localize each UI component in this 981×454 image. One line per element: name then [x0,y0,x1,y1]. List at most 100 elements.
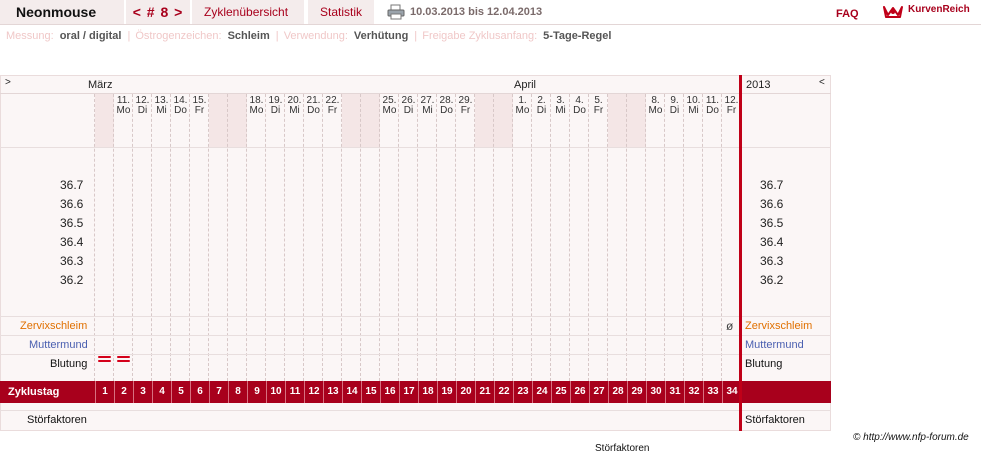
day-header[interactable]: 21. Do [304,94,323,147]
temperature-label: 36.7 [760,178,784,192]
print-icon[interactable] [387,4,405,20]
day-header[interactable]: 2. Di [532,94,551,147]
cycle-day-number[interactable]: 32 [684,381,703,403]
bleeding-label-right: Blutung [745,358,783,370]
cycle-day-number[interactable]: 28 [608,381,627,403]
day-header[interactable]: 28. Do [437,94,456,147]
day-weekday: Di [270,105,281,116]
cycle-day-number[interactable]: 4 [152,381,171,403]
disturbances-label: Störfaktoren [27,414,87,426]
temperature-label: 36.3 [760,254,784,268]
cycle-day-label: Zyklustag [8,386,60,398]
cycle-day-number[interactable]: 2 [114,381,133,403]
muttermund-row-divider [0,335,831,336]
cycle-day-number[interactable]: 11 [285,381,304,403]
day-weekday: Do [307,105,320,116]
release-value: 5-Tage-Regel [543,30,612,42]
cycle-day-number[interactable]: 19 [437,381,456,403]
day-weekday: Do [573,105,586,116]
day-grid-line [664,94,665,381]
scroll-right-button[interactable]: < [819,77,825,88]
cycle-day-number[interactable]: 29 [627,381,646,403]
weekend-column-shade [209,94,228,147]
day-grid-line [645,94,646,381]
bleeding-mark[interactable] [117,356,130,362]
cycle-day-number[interactable]: 3 [133,381,152,403]
settings-summary: Messung: oral / digital | Östrogenzeichen:… [6,30,612,42]
cycle-overview-link[interactable]: Zyklenübersicht [192,0,304,24]
cycle-day-number[interactable]: 33 [703,381,722,403]
day-header[interactable]: 27. Mi [418,94,437,147]
cycle-day-number[interactable]: 13 [323,381,342,403]
bleeding-mark[interactable] [98,356,111,362]
cycle-day-number[interactable]: 30 [646,381,665,403]
cycle-day-number[interactable]: 24 [532,381,551,403]
day-weekday: Mi [422,105,433,116]
cycle-day-number[interactable]: 22 [494,381,513,403]
day-header[interactable]: 10. Mi [684,94,703,147]
day-header[interactable]: 19. Di [266,94,285,147]
day-header[interactable]: 8. Mo [646,94,665,147]
cycle-day-number[interactable]: 27 [589,381,608,403]
day-header[interactable]: 11. Do [703,94,722,147]
day-header[interactable]: 1. Mo [513,94,532,147]
cycle-day-number[interactable]: 23 [513,381,532,403]
brand-name[interactable]: KurvenReich [908,0,970,24]
day-weekday: Di [137,105,148,116]
cycle-day-number[interactable]: 21 [475,381,494,403]
temperature-label: 36.2 [60,273,84,287]
faq-link[interactable]: FAQ [836,0,859,24]
day-header[interactable]: 18. Mo [247,94,266,147]
cycle-day-number[interactable]: 16 [380,381,399,403]
crown-logo-icon [882,3,904,19]
scroll-left-button[interactable]: > [5,77,11,88]
day-header[interactable]: 22. Fr [323,94,342,147]
cycle-day-number[interactable]: 14 [342,381,361,403]
zervix-dry-symbol[interactable]: ø [726,319,733,333]
day-weekday: Do [174,105,187,116]
day-header[interactable]: 3. Mi [551,94,570,147]
cycle-selector[interactable]: < # 8 > [126,0,190,24]
cycle-day-number[interactable]: 6 [190,381,209,403]
day-header[interactable]: 5. Fr [589,94,608,147]
cycle-day-number[interactable]: 10 [266,381,285,403]
day-header[interactable]: 11. Mo [114,94,133,147]
day-weekday: Mi [555,105,566,116]
usage-value: Verhütung [353,30,409,42]
temperature-label: 36.5 [60,216,84,230]
day-header[interactable]: 15. Fr [190,94,209,147]
cycle-day-number[interactable]: 17 [399,381,418,403]
cycle-day-number[interactable]: 12 [304,381,323,403]
day-grid-line [455,94,456,381]
blutung-row-divider [0,354,831,355]
day-header[interactable]: 9. Di [665,94,684,147]
statistics-link[interactable]: Statistik [308,0,374,24]
cycle-day-number[interactable]: 9 [247,381,266,403]
cycle-day-number[interactable]: 1 [95,381,114,403]
day-header[interactable]: 29. Fr [456,94,475,147]
day-header[interactable]: 12. Di [133,94,152,147]
cycle-day-number[interactable]: 25 [551,381,570,403]
day-header[interactable]: 4. Do [570,94,589,147]
temperature-label: 36.4 [60,235,84,249]
cycle-day-number[interactable]: 31 [665,381,684,403]
day-header[interactable]: 26. Di [399,94,418,147]
cycle-day-number[interactable]: 26 [570,381,589,403]
day-header[interactable]: 14. Do [171,94,190,147]
cycle-day-number[interactable]: 8 [228,381,247,403]
day-header[interactable]: 20. Mi [285,94,304,147]
day-header[interactable]: 13. Mi [152,94,171,147]
cycle-day-number[interactable]: 7 [209,381,228,403]
username-tab[interactable]: Neonmouse [0,0,124,24]
weekend-column-shade [475,94,494,147]
date-range: 10.03.2013 bis 12.04.2013 [410,6,543,18]
day-weekday: Mo [382,105,397,116]
weekend-column-shade [228,94,247,147]
cycle-day-number[interactable]: 5 [171,381,190,403]
temperature-label: 36.6 [60,197,84,211]
day-header[interactable]: 25. Mo [380,94,399,147]
cycle-day-number[interactable]: 20 [456,381,475,403]
cycle-day-number[interactable]: 18 [418,381,437,403]
cycle-day-number[interactable]: 15 [361,381,380,403]
day-weekday: Mo [648,105,663,116]
